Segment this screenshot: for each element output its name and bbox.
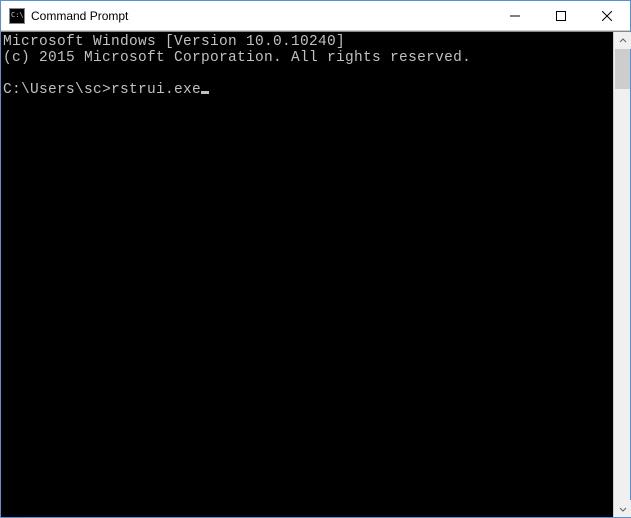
window-title: Command Prompt xyxy=(31,9,128,23)
vertical-scrollbar[interactable] xyxy=(613,32,630,517)
prompt-line: C:\Users\sc>rstrui.exe xyxy=(3,82,613,98)
cursor xyxy=(201,91,209,94)
close-icon xyxy=(602,11,612,21)
minimize-icon xyxy=(510,11,520,21)
titlebar[interactable]: C:\ Command Prompt xyxy=(1,1,630,31)
cmd-icon-glyph: C:\ xyxy=(11,12,24,19)
blank-line xyxy=(3,66,613,82)
maximize-button[interactable] xyxy=(538,1,584,30)
prompt-text: C:\Users\sc> xyxy=(3,82,111,98)
minimize-button[interactable] xyxy=(492,1,538,30)
command-prompt-window: C:\ Command Prompt Microsoft Windows [Ve… xyxy=(0,0,631,518)
cmd-icon: C:\ xyxy=(9,8,25,24)
scroll-down-button[interactable] xyxy=(614,500,631,517)
close-button[interactable] xyxy=(584,1,630,30)
chevron-down-icon xyxy=(619,505,627,513)
copyright-line: (c) 2015 Microsoft Corporation. All righ… xyxy=(3,50,613,66)
command-text: rstrui.exe xyxy=(111,82,201,98)
terminal-output[interactable]: Microsoft Windows [Version 10.0.10240](c… xyxy=(1,32,613,517)
scroll-up-button[interactable] xyxy=(614,32,631,49)
scrollbar-thumb[interactable] xyxy=(615,49,630,89)
maximize-icon xyxy=(556,11,566,21)
chevron-up-icon xyxy=(619,37,627,45)
client-area: Microsoft Windows [Version 10.0.10240](c… xyxy=(1,31,630,517)
version-line: Microsoft Windows [Version 10.0.10240] xyxy=(3,34,613,50)
